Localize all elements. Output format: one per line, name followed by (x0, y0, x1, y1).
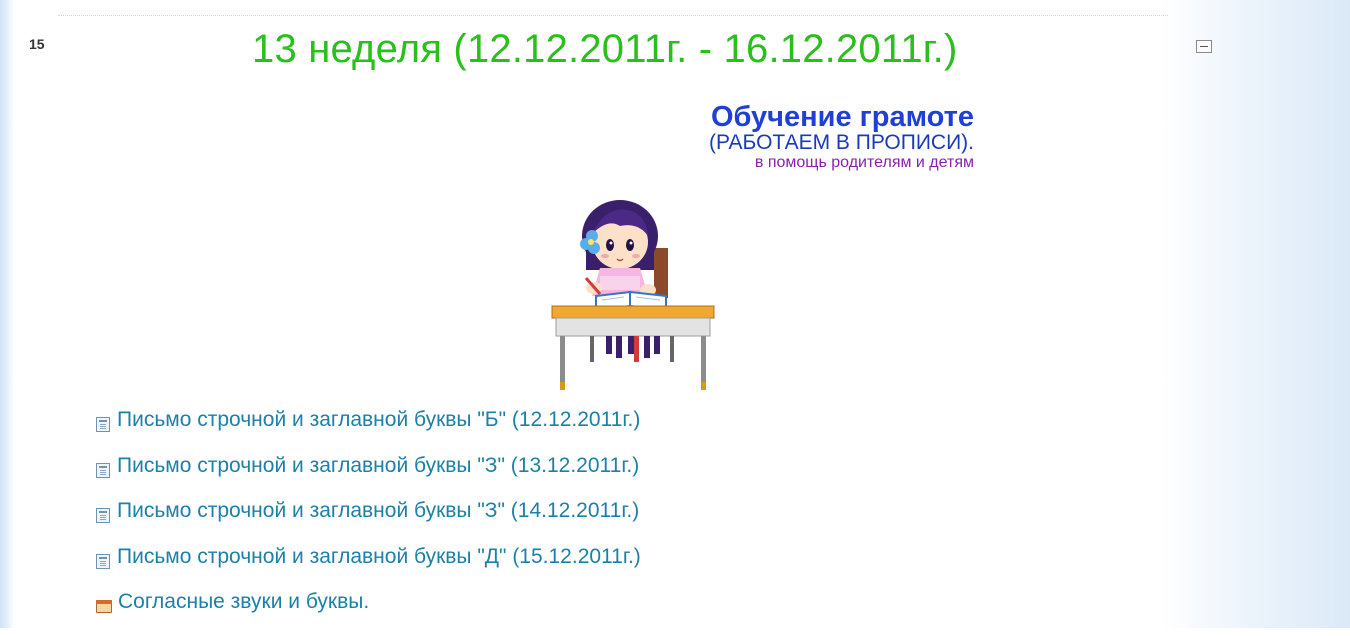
section-divider (58, 15, 1168, 16)
resource-link-2[interactable]: Письмо строчной и заглавной буквы "З" (1… (117, 454, 639, 478)
resource-link-4[interactable]: Письмо строчной и заглавной буквы "Д" (1… (117, 545, 641, 569)
folder-icon (96, 600, 112, 613)
list-item: Письмо строчной и заглавной буквы "З" (1… (96, 499, 641, 545)
document-icon (96, 508, 110, 523)
document-icon (96, 462, 110, 478)
list-item: Письмо строчной и заглавной буквы "Б" (1… (96, 408, 641, 454)
subject-note: (РАБОТАЕМ В ПРОПИСИ). (708, 131, 974, 154)
resource-list: Письмо строчной и заглавной буквы "Б" (1… (96, 408, 641, 636)
right-gradient (1162, 0, 1350, 628)
subject-block: Обучение грамоте (РАБОТАЕМ В ПРОПИСИ). в… (709, 102, 974, 172)
week-title: 13 неделя (12.12.2011г. - 16.12.2011г.) (252, 27, 958, 71)
list-item: Письмо строчной и заглавной буквы "З" (1… (96, 454, 641, 500)
girl-at-desk-image (551, 200, 715, 390)
collapse-minus-icon[interactable] (1196, 40, 1212, 53)
subject-title: Обучение грамоте (710, 101, 974, 133)
list-item: Письмо строчной и заглавной буквы "Д" (1… (96, 545, 641, 591)
section-number: 15 (29, 36, 45, 52)
left-gradient (0, 0, 14, 628)
list-item: Согласные звуки и буквы. (96, 590, 641, 636)
course-section: 15 13 неделя (12.12.2011г. - 16.12.2011г… (14, 0, 1212, 628)
document-icon (96, 553, 110, 569)
resource-link-1[interactable]: Письмо строчной и заглавной буквы "Б" (1… (117, 408, 640, 432)
document-icon (96, 417, 110, 432)
resource-link-5[interactable]: Согласные звуки и буквы. (118, 590, 369, 614)
subject-subnote: в помощь родителям и детям (754, 154, 974, 171)
resource-link-3[interactable]: Письмо строчной и заглавной буквы "З" (1… (117, 499, 639, 523)
